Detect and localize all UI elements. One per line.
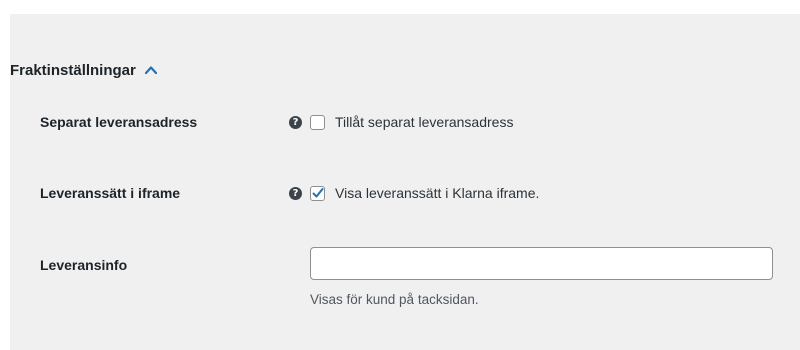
help-icon[interactable]: ?	[289, 116, 302, 129]
shipping-iframe-checkbox[interactable]	[310, 186, 325, 201]
shipping-iframe-checkbox-label[interactable]: Visa leveranssätt i Klarna iframe.	[335, 185, 539, 201]
settings-panel: Fraktinställningar Separat leveransadres…	[10, 14, 800, 350]
chevron-up-icon[interactable]	[144, 63, 158, 77]
settings-page: Fraktinställningar Separat leveransadres…	[0, 0, 800, 350]
delivery-info-description: Visas för kund på tacksidan.	[310, 292, 479, 307]
help-icon[interactable]: ?	[289, 187, 302, 200]
separate-address-checkbox-label[interactable]: Tillåt separat leveransadress	[335, 114, 513, 130]
section-header[interactable]: Fraktinställningar	[10, 60, 158, 80]
separate-address-label: Separat leveransadress	[40, 114, 198, 130]
checkmark-icon	[312, 188, 324, 198]
delivery-info-label: Leveransinfo	[40, 257, 128, 273]
section-title: Fraktinställningar	[10, 61, 136, 79]
separate-address-checkbox[interactable]	[310, 115, 325, 130]
delivery-info-input[interactable]	[310, 247, 773, 280]
shipping-iframe-label: Leveranssätt i iframe	[40, 185, 181, 201]
